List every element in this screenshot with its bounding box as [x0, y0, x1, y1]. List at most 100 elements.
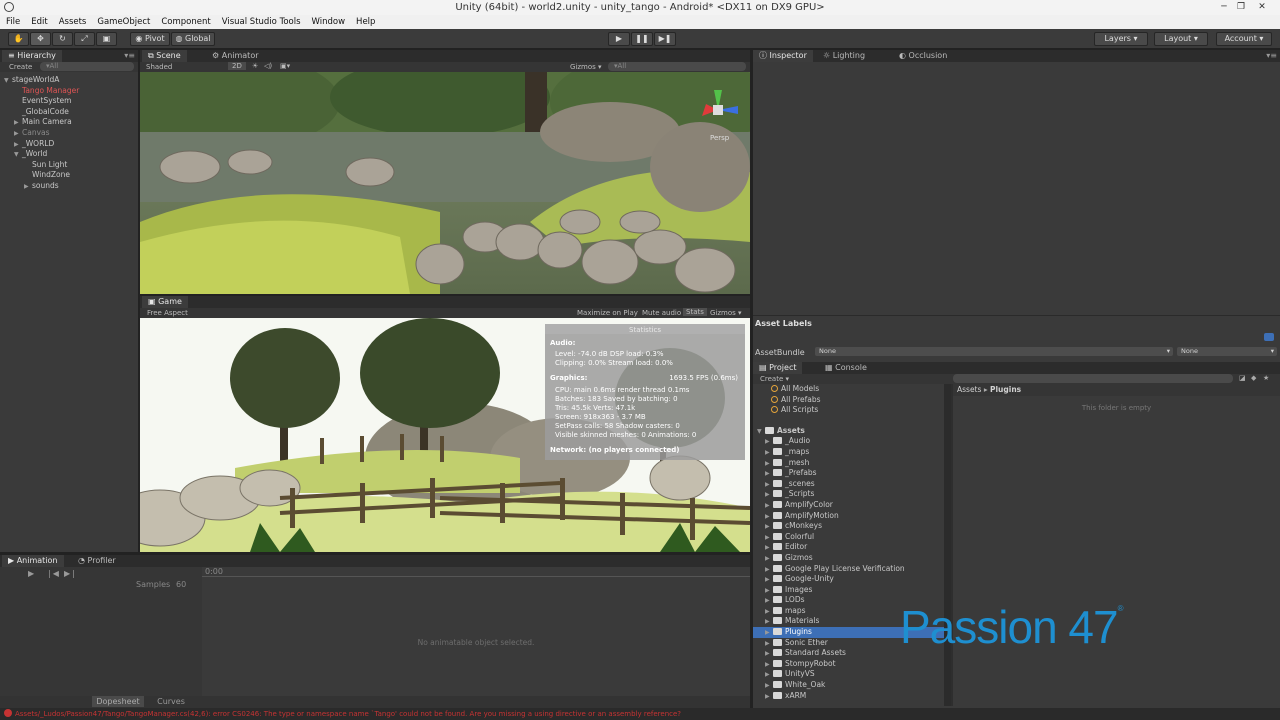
next-key-icon[interactable]: ▶❘: [64, 569, 77, 578]
step-button[interactable]: ▶❚: [654, 32, 676, 46]
hand-tool-icon[interactable]: ✋: [8, 32, 29, 46]
tab-scene[interactable]: ⧉ Scene: [142, 50, 187, 62]
panel-menu-icon[interactable]: ▾≡: [124, 51, 135, 60]
prev-key-icon[interactable]: ❘◀: [46, 569, 59, 578]
folder-item[interactable]: ▶ _scenes: [753, 479, 945, 490]
favorite-all-scripts[interactable]: All Scripts: [753, 405, 945, 416]
tab-game[interactable]: ▣ Game: [142, 296, 188, 308]
hierarchy-search-input[interactable]: ▾All: [40, 62, 134, 71]
pivot-toggle[interactable]: ◉ Pivot: [130, 32, 170, 46]
folder-item[interactable]: ▶ cMonkeys: [753, 521, 945, 532]
expand-arrow-icon[interactable]: ▶: [14, 129, 22, 140]
tab-occlusion[interactable]: ◐ Occlusion: [893, 50, 953, 62]
expand-arrow-icon[interactable]: ▶: [765, 554, 773, 565]
hierarchy-item[interactable]: ▶ sounds: [4, 181, 136, 192]
hierarchy-item[interactable]: ▼ _World: [4, 149, 136, 160]
folder-item[interactable]: ▶ Gizmos: [753, 553, 945, 564]
tab-project[interactable]: ▤ Project: [753, 362, 803, 374]
scene-viewport[interactable]: Persp: [140, 72, 750, 294]
2d-toggle[interactable]: 2D: [228, 62, 246, 70]
close-icon[interactable]: ✕: [1250, 0, 1274, 15]
hierarchy-item[interactable]: ▶ _WORLD: [4, 139, 136, 150]
folder-item[interactable]: ▶ AmplifyMotion: [753, 511, 945, 522]
menu-window[interactable]: Window: [306, 15, 351, 29]
play-button[interactable]: ▶: [608, 32, 630, 46]
audio-toggle-icon[interactable]: ◁): [264, 62, 272, 70]
filter-type-icon[interactable]: ◪: [1239, 374, 1246, 382]
expand-arrow-icon[interactable]: ▶: [765, 448, 773, 459]
rect-tool-icon[interactable]: ▣: [96, 32, 117, 46]
tab-animation[interactable]: ▶ Animation: [2, 555, 64, 567]
folder-item[interactable]: ▶ _mesh: [753, 458, 945, 469]
filter-label-icon[interactable]: ◆: [1251, 374, 1256, 382]
restore-icon[interactable]: ❐: [1233, 0, 1249, 15]
hierarchy-item[interactable]: ▶ Canvas: [4, 128, 136, 139]
maximize-on-play-toggle[interactable]: Maximize on Play: [577, 309, 638, 317]
assetbundle-dropdown[interactable]: None ▾: [815, 347, 1173, 356]
expand-arrow-icon[interactable]: ▶: [24, 182, 32, 193]
game-gizmos-dropdown[interactable]: Gizmos ▾: [710, 309, 742, 317]
tab-console[interactable]: ▦ Console: [819, 362, 873, 374]
console-status-bar[interactable]: Assets/_Ludos/Passion47/Tango/TangoManag…: [0, 708, 1280, 720]
hierarchy-item[interactable]: EventSystem: [4, 96, 136, 107]
scene-gizmos-dropdown[interactable]: Gizmos ▾: [570, 63, 602, 71]
tab-hierarchy[interactable]: ≡ Hierarchy: [2, 50, 62, 62]
hierarchy-item[interactable]: Tango Manager: [4, 86, 136, 97]
menu-edit[interactable]: Edit: [25, 15, 52, 29]
favorite-all-models[interactable]: All Models: [753, 384, 945, 395]
project-search-input[interactable]: [953, 374, 1233, 383]
breadcrumb-root[interactable]: Assets: [957, 385, 981, 394]
folder-item[interactable]: ▶ Editor: [753, 542, 945, 553]
hierarchy-item[interactable]: WindZone: [4, 170, 136, 181]
favorite-star-icon[interactable]: ★: [1263, 374, 1269, 382]
scale-tool-icon[interactable]: ⤢: [74, 32, 95, 46]
minimize-icon[interactable]: ─: [1216, 0, 1232, 15]
menu-file[interactable]: File: [0, 15, 25, 29]
move-tool-icon[interactable]: ✥: [30, 32, 51, 46]
mute-audio-toggle[interactable]: Mute audio: [642, 309, 681, 317]
folder-item[interactable]: ▶ _Scripts: [753, 489, 945, 500]
assets-root-folder[interactable]: ▼ Assets: [753, 426, 945, 437]
tab-lighting[interactable]: ☼ Lighting: [817, 50, 871, 62]
expand-arrow-icon[interactable]: ▼: [14, 150, 22, 161]
label-tag-icon[interactable]: [1264, 333, 1274, 341]
aspect-dropdown[interactable]: Free Aspect: [147, 309, 188, 317]
record-icon[interactable]: ▶: [28, 569, 34, 578]
folder-item[interactable]: ▶ Colorful: [753, 532, 945, 543]
global-toggle[interactable]: ◍ Global: [171, 32, 215, 46]
expand-arrow-icon[interactable]: ▶: [765, 692, 773, 703]
layout-dropdown[interactable]: Layout ▾: [1154, 32, 1208, 46]
hierarchy-item[interactable]: Sun Light: [4, 160, 136, 171]
tab-profiler[interactable]: ◔ Profiler: [72, 555, 122, 567]
dopesheet-tab[interactable]: Dopesheet: [92, 696, 144, 707]
folder-item[interactable]: ▶ AmplifyColor: [753, 500, 945, 511]
effects-toggle-icon[interactable]: ▣▾: [280, 62, 290, 70]
assetbundle-variant-dropdown[interactable]: None ▾: [1177, 347, 1277, 356]
project-create-button[interactable]: Create ▾: [760, 375, 789, 383]
menu-visual-studio-tools[interactable]: Visual Studio Tools: [216, 15, 306, 29]
hierarchy-create-button[interactable]: Create: [9, 63, 32, 71]
account-dropdown[interactable]: Account ▾: [1216, 32, 1272, 46]
pause-button[interactable]: ❚❚: [631, 32, 653, 46]
curves-tab[interactable]: Curves: [145, 696, 197, 707]
hierarchy-item[interactable]: ▶ Main Camera: [4, 117, 136, 128]
folder-item[interactable]: ▶ _Prefabs: [753, 468, 945, 479]
folder-item[interactable]: ▶ Images: [753, 585, 945, 596]
folder-item[interactable]: ▶ _maps: [753, 447, 945, 458]
tab-animator[interactable]: ⚙ Animator: [206, 50, 265, 62]
folder-item[interactable]: ▶ Google-Unity: [753, 574, 945, 585]
folder-item[interactable]: ▶ UnityVS: [753, 669, 945, 680]
expand-arrow-icon[interactable]: ▶: [765, 501, 773, 512]
folder-item[interactable]: ▶ _Audio: [753, 436, 945, 447]
menu-assets[interactable]: Assets: [53, 15, 92, 29]
folder-item[interactable]: ▶ xARM: [753, 691, 945, 702]
scene-search-input[interactable]: ▾All: [608, 62, 746, 71]
hierarchy-item[interactable]: _GlobalCode: [4, 107, 136, 118]
favorite-all-prefabs[interactable]: All Prefabs: [753, 395, 945, 406]
menu-component[interactable]: Component: [155, 15, 215, 29]
folder-item[interactable]: ▶ Google Play License Verification: [753, 564, 945, 575]
shading-mode-dropdown[interactable]: Shaded: [146, 63, 172, 71]
folder-item[interactable]: ▶ StompyRobot: [753, 659, 945, 670]
project-splitter[interactable]: [944, 384, 951, 706]
stats-toggle[interactable]: Stats: [683, 308, 707, 316]
